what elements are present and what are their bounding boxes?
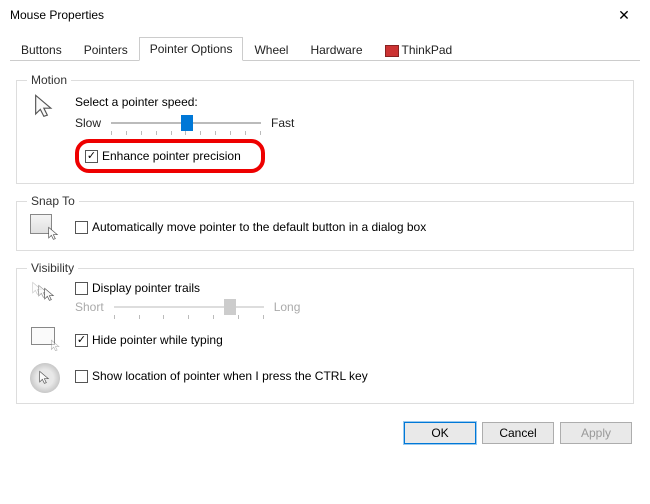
enhance-precision-highlight: Enhance pointer precision	[75, 139, 265, 173]
group-visibility: Visibility Display pointer trails Short	[16, 261, 634, 404]
pointer-speed-slider[interactable]	[111, 115, 261, 131]
pointer-trails-label: Display pointer trails	[92, 281, 200, 295]
legend-visibility: Visibility	[27, 261, 78, 275]
window-title: Mouse Properties	[10, 8, 104, 22]
close-button[interactable]: ✕	[608, 6, 640, 24]
tab-strip: Buttons Pointers Pointer Options Wheel H…	[10, 36, 640, 61]
apply-button[interactable]: Apply	[560, 422, 632, 444]
pointer-speed-icon	[31, 93, 59, 124]
ctrl-locate-icon	[30, 363, 60, 393]
tab-wheel[interactable]: Wheel	[243, 38, 299, 61]
checkbox-icon	[85, 150, 98, 163]
ok-button[interactable]: OK	[404, 422, 476, 444]
snap-to-icon	[30, 214, 60, 240]
cancel-button[interactable]: Cancel	[482, 422, 554, 444]
tab-buttons[interactable]: Buttons	[10, 38, 73, 61]
pointer-trails-icon	[30, 281, 60, 307]
legend-motion: Motion	[27, 73, 71, 87]
checkbox-icon	[75, 282, 88, 295]
tab-pointer-options[interactable]: Pointer Options	[139, 37, 244, 61]
trails-short-label: Short	[75, 300, 104, 314]
group-motion: Motion Select a pointer speed: Slow Fast	[16, 73, 634, 184]
snap-to-label: Automatically move pointer to the defaul…	[92, 220, 426, 234]
legend-snap-to: Snap To	[27, 194, 79, 208]
hide-typing-label: Hide pointer while typing	[92, 333, 223, 347]
tab-hardware[interactable]: Hardware	[299, 38, 373, 61]
enhance-precision-label: Enhance pointer precision	[102, 149, 241, 163]
tab-pointers[interactable]: Pointers	[73, 38, 139, 61]
trail-length-slider	[114, 299, 264, 315]
checkbox-icon	[75, 221, 88, 234]
speed-slow-label: Slow	[75, 116, 101, 130]
snap-to-checkbox[interactable]: Automatically move pointer to the defaul…	[75, 220, 623, 234]
thinkpad-icon	[385, 45, 399, 57]
ctrl-locate-checkbox[interactable]: Show location of pointer when I press th…	[75, 369, 623, 383]
tab-thinkpad-label: ThinkPad	[402, 43, 453, 57]
group-snap-to: Snap To Automatically move pointer to th…	[16, 194, 634, 251]
tab-thinkpad[interactable]: ThinkPad	[374, 38, 464, 61]
speed-fast-label: Fast	[271, 116, 294, 130]
trails-long-label: Long	[274, 300, 301, 314]
pointer-speed-label: Select a pointer speed:	[75, 95, 623, 109]
hide-typing-icon	[31, 327, 59, 351]
checkbox-icon	[75, 370, 88, 383]
ctrl-locate-label: Show location of pointer when I press th…	[92, 369, 368, 383]
enhance-precision-checkbox[interactable]: Enhance pointer precision	[85, 149, 241, 163]
pointer-trails-checkbox[interactable]: Display pointer trails	[75, 281, 623, 295]
hide-typing-checkbox[interactable]: Hide pointer while typing	[75, 333, 623, 347]
checkbox-icon	[75, 334, 88, 347]
